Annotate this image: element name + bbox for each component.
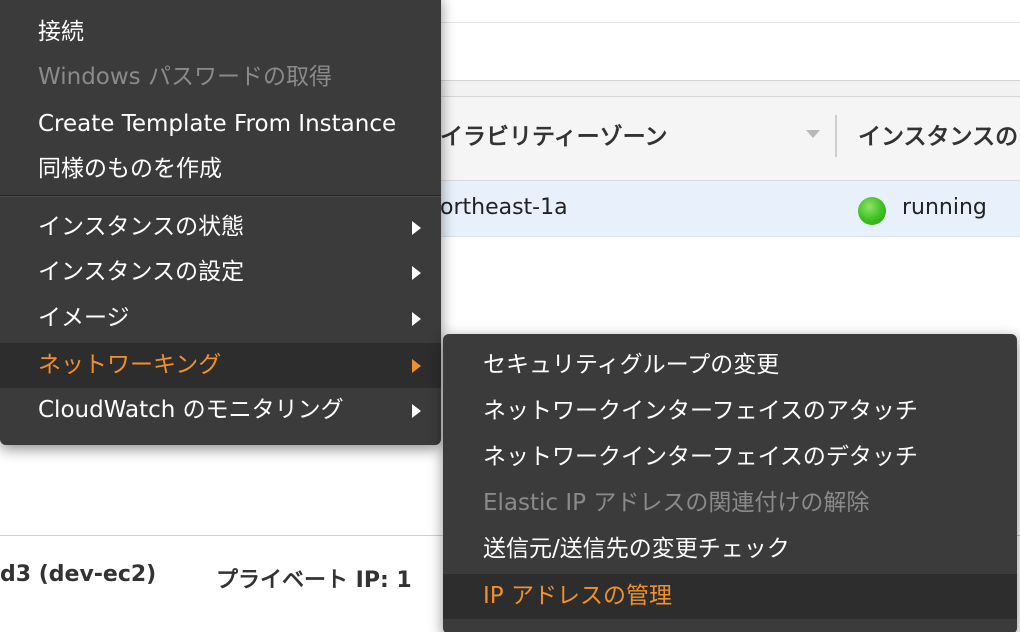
chevron-right-icon: [412, 221, 421, 235]
menu-item-connect[interactable]: 接続: [0, 10, 441, 55]
menu-item-image[interactable]: イメージ: [0, 296, 441, 341]
sort-down-icon[interactable]: [806, 130, 820, 138]
running-status-icon: [858, 197, 886, 225]
menu-item-label: インスタンスの設定: [38, 259, 245, 285]
menu-item-label: CloudWatch のモニタリング: [38, 397, 344, 423]
menu-item-get-windows-password: Windows パスワードの取得: [0, 55, 441, 100]
submenu-item-detach-network-interface[interactable]: ネットワークインターフェイスのデタッチ: [443, 435, 1017, 480]
actions-context-menu: 接続 Windows パスワードの取得 Create Template From…: [0, 0, 441, 445]
column-header-instance-state[interactable]: インスタンスの: [858, 117, 1018, 151]
menu-item-label: ネットワークインターフェイスのアタッチ: [483, 398, 918, 424]
column-divider[interactable]: [835, 115, 837, 157]
menu-item-instance-settings[interactable]: インスタンスの設定: [0, 250, 441, 295]
menu-item-label: 送信元/送信先の変更チェック: [483, 536, 790, 562]
menu-item-launch-more-like-this[interactable]: 同様のものを作成: [0, 147, 441, 192]
menu-item-instance-state[interactable]: インスタンスの状態: [0, 205, 441, 250]
menu-item-label: セキュリティグループの変更: [483, 352, 780, 378]
submenu-item-change-security-groups[interactable]: セキュリティグループの変更: [443, 343, 1017, 388]
chevron-right-icon: [412, 359, 421, 373]
chevron-right-icon: [412, 266, 421, 280]
cell-availability-zone: ortheast-1a: [440, 195, 568, 220]
submenu-item-change-source-dest-check[interactable]: 送信元/送信先の変更チェック: [443, 527, 1017, 572]
menu-item-label: 接続: [38, 19, 84, 45]
cell-instance-state: running: [902, 195, 987, 220]
menu-item-label: ネットワークインターフェイスのデタッチ: [483, 444, 918, 470]
submenu-item-manage-ip-addresses[interactable]: IP アドレスの管理: [443, 574, 1017, 619]
menu-separator: [0, 195, 441, 197]
menu-item-label: Elastic IP アドレスの関連付けの解除: [483, 490, 870, 516]
instances-table-header: イラビリティーゾーン インスタンスの: [440, 97, 1020, 181]
submenu-item-attach-network-interface[interactable]: ネットワークインターフェイスのアタッチ: [443, 389, 1017, 434]
menu-item-label: ネットワーキング: [38, 352, 222, 378]
chevron-right-icon: [412, 312, 421, 326]
chevron-right-icon: [412, 404, 421, 418]
menu-item-label: Create Template From Instance: [38, 111, 397, 137]
menu-item-label: Windows パスワードの取得: [38, 64, 332, 90]
column-header-availability-zone[interactable]: イラビリティーゾーン: [440, 117, 667, 151]
menu-item-label: インスタンスの状態: [38, 214, 245, 240]
menu-item-cloudwatch-monitoring[interactable]: CloudWatch のモニタリング: [0, 388, 441, 433]
instance-name-label: d3 (dev-ec2): [0, 562, 157, 587]
menu-item-label: イメージ: [38, 305, 130, 331]
table-row[interactable]: ortheast-1a running: [440, 181, 1020, 237]
submenu-item-disassociate-elastic-ip: Elastic IP アドレスの関連付けの解除: [443, 481, 1017, 526]
menu-item-create-template[interactable]: Create Template From Instance: [0, 102, 441, 147]
networking-submenu: セキュリティグループの変更 ネットワークインターフェイスのアタッチ ネットワーク…: [443, 334, 1017, 632]
divider: [440, 22, 1020, 23]
private-ip-label: プライベート IP: 1: [216, 568, 412, 593]
menu-item-label: 同様のものを作成: [38, 156, 222, 182]
ec2-console-screen: イラビリティーゾーン インスタンスの ortheast-1a running d…: [0, 0, 1020, 632]
menu-item-networking[interactable]: ネットワーキング: [0, 343, 441, 388]
table-toolbar: [440, 80, 1020, 97]
menu-item-label: IP アドレスの管理: [483, 583, 672, 609]
